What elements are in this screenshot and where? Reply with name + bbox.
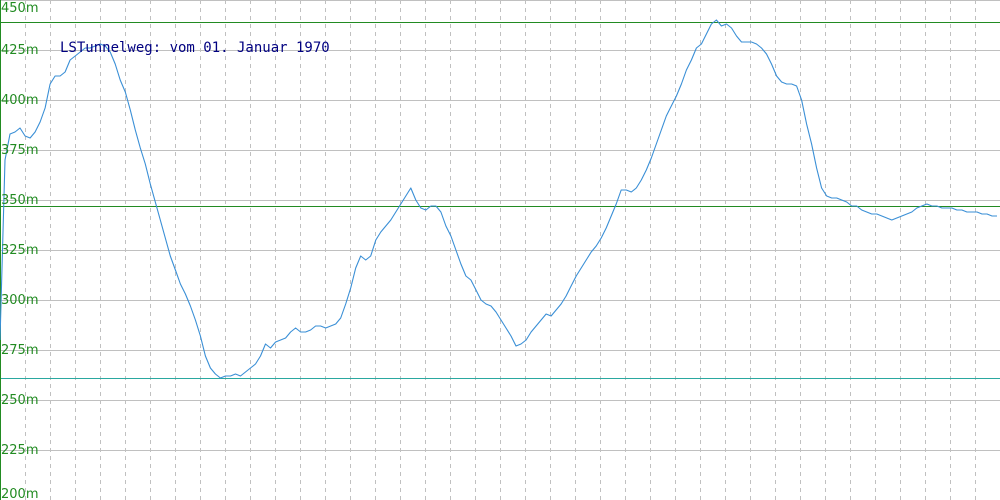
chart-title: LSTunnelweg: vom 01. Januar 1970 <box>60 40 330 56</box>
y-tick-label-0: 200m <box>1 487 38 500</box>
y-tick-label-6: 350m <box>1 193 38 208</box>
chart: 200m 225m 250m 275m 300m 325m 350m 375m 400m 425m… <box>0 0 1000 500</box>
y-tick-label-2: 250m <box>1 393 38 408</box>
y-tick-label-10: 450m <box>1 1 38 16</box>
chart-svg: 200m 225m 250m 275m 300m 325m 350m 375m 400m 425m… <box>0 0 1000 500</box>
series-layer <box>0 19 997 379</box>
tick-labels: 200m 225m 250m 275m 300m 325m 350m 375m 400m 425m… <box>1 1 38 500</box>
y-tick-label-7: 375m <box>1 143 38 158</box>
y-tick-label-9: 425m <box>1 43 38 58</box>
y-tick-label-1: 225m <box>1 443 38 458</box>
y-tick-label-5: 325m <box>1 243 38 258</box>
y-tick-label-3: 275m <box>1 343 38 358</box>
y-tick-label-4: 300m <box>1 293 38 308</box>
series-line-0 <box>0 19 997 379</box>
grid <box>0 0 1000 500</box>
y-tick-label-8: 400m <box>1 93 38 108</box>
